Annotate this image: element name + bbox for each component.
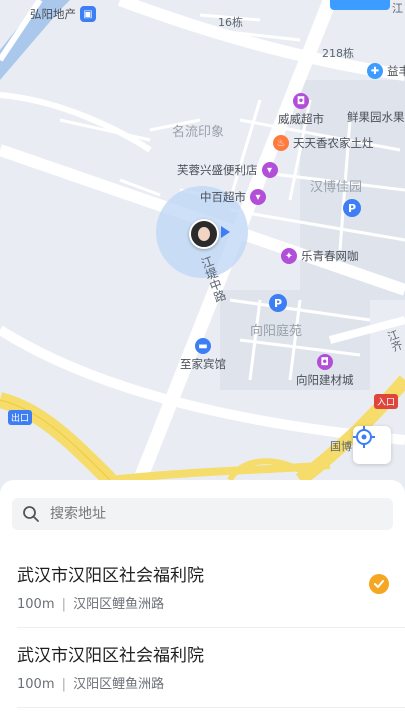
result-meta: 100m | 汉阳区鲤鱼洲路 xyxy=(17,593,164,612)
poi-leqingchun[interactable]: ✦ 乐青春网咖 xyxy=(281,248,359,264)
area-label-xiangyang: 向阳庭苑 xyxy=(250,324,303,339)
poi-label: 中百超市 xyxy=(200,190,246,204)
result-meta: 100m | 汉阳区鲤鱼洲路 xyxy=(17,673,164,692)
poi-yifeng[interactable]: ✚ 益丰 xyxy=(367,63,405,79)
poi-label: 天天香农家土灶 xyxy=(293,136,374,150)
poi-furongxing[interactable]: 芙蓉兴盛便利店 ▾ xyxy=(177,162,278,178)
bottom-sheet: 武汉市汉阳区社会福利院 100m | 汉阳区鲤鱼洲路 武汉市汉阳区社会福利院 1… xyxy=(0,480,405,720)
result-item-1[interactable]: 武汉市汉阳区社会福利院 100m | 汉阳区鲤鱼洲路 xyxy=(0,548,405,628)
search-icon xyxy=(23,506,39,522)
shopping-bag-icon: ◘ xyxy=(316,354,333,370)
poi-weiwei[interactable]: ◘ 威威超市 xyxy=(278,93,324,127)
entrance-sign: 入口 xyxy=(374,394,399,409)
poi-tiantianxiang[interactable]: ♨ 天天香农家土灶 xyxy=(273,135,374,151)
poi-label: 乐青春网咖 xyxy=(301,249,359,263)
poi-parking-1[interactable]: P xyxy=(343,199,361,217)
divider xyxy=(17,707,405,708)
restaurant-icon: ♨ xyxy=(273,135,289,151)
poi-label: 益丰 xyxy=(387,64,405,78)
game-icon: ✦ xyxy=(281,248,297,264)
crosshair-icon xyxy=(353,426,375,448)
poi-label: 向阳建材城 xyxy=(296,373,354,387)
map-view[interactable]: 名流印象 汉博佳园 向阳庭苑 江堤中路 16栋 218栋 国博 江齐 江 弘阳地… xyxy=(0,0,405,500)
hotel-icon: ▬ xyxy=(195,338,211,354)
poi-xianguoyuan[interactable]: 鲜果园水果 xyxy=(347,109,405,125)
shopping-cart-icon: ▾ xyxy=(250,189,266,205)
selected-check-icon xyxy=(369,574,389,594)
poi-xiangyang-building[interactable]: ◘ 向阳建材城 xyxy=(296,354,354,388)
pharmacy-icon: ✚ xyxy=(367,63,383,79)
result-address: 汉阳区鲤鱼洲路 xyxy=(73,677,165,692)
poi-label: 威威超市 xyxy=(278,112,324,126)
result-distance: 100m xyxy=(17,677,55,692)
poi-label: 至家宾馆 xyxy=(180,357,226,371)
label-guobo: 国博 xyxy=(330,440,352,453)
exit-label: 出口 xyxy=(8,410,33,425)
parking-icon: P xyxy=(269,294,287,312)
poi-zhijia[interactable]: ▬ 至家宾馆 xyxy=(180,338,226,372)
top-action-button[interactable] xyxy=(330,0,390,10)
result-address: 汉阳区鲤鱼洲路 xyxy=(73,597,165,612)
poi-parking-2[interactable]: P xyxy=(269,294,287,312)
meta-separator: | xyxy=(61,597,67,612)
entrance-label: 入口 xyxy=(374,394,399,409)
shopping-cart-icon: ▾ xyxy=(261,162,278,178)
search-bar[interactable] xyxy=(12,498,393,530)
area-label-mingliu: 名流印象 xyxy=(172,125,225,140)
result-title: 武汉市汉阳区社会福利院 xyxy=(17,646,204,666)
label-top-partial: 江 xyxy=(392,2,403,15)
locate-button[interactable] xyxy=(353,426,391,464)
result-distance: 100m xyxy=(17,597,55,612)
poi-label: 弘阳地产 xyxy=(30,7,76,21)
result-item-2[interactable]: 武汉市汉阳区社会福利院 100m | 汉阳区鲤鱼洲路 xyxy=(0,628,405,708)
search-input[interactable] xyxy=(50,506,350,522)
shopping-bag-icon: ◘ xyxy=(293,93,309,109)
parking-icon: P xyxy=(343,199,361,217)
poi-zhongbai[interactable]: 中百超市 ▾ xyxy=(200,189,266,205)
label-building-16: 16栋 xyxy=(218,16,243,29)
current-location-avatar xyxy=(189,219,219,249)
exit-sign: 出口 xyxy=(8,410,33,425)
poi-label: 鲜果园水果 xyxy=(347,110,405,124)
result-title: 武汉市汉阳区社会福利院 xyxy=(17,566,204,586)
poi-hongyang[interactable]: 弘阳地产 ▣ xyxy=(30,6,96,22)
area-label-hanbo: 汉博佳园 xyxy=(310,180,363,195)
poi-label: 芙蓉兴盛便利店 xyxy=(177,163,258,177)
label-building-218: 218栋 xyxy=(322,47,354,60)
building-icon: ▣ xyxy=(80,6,96,22)
meta-separator: | xyxy=(61,677,67,692)
